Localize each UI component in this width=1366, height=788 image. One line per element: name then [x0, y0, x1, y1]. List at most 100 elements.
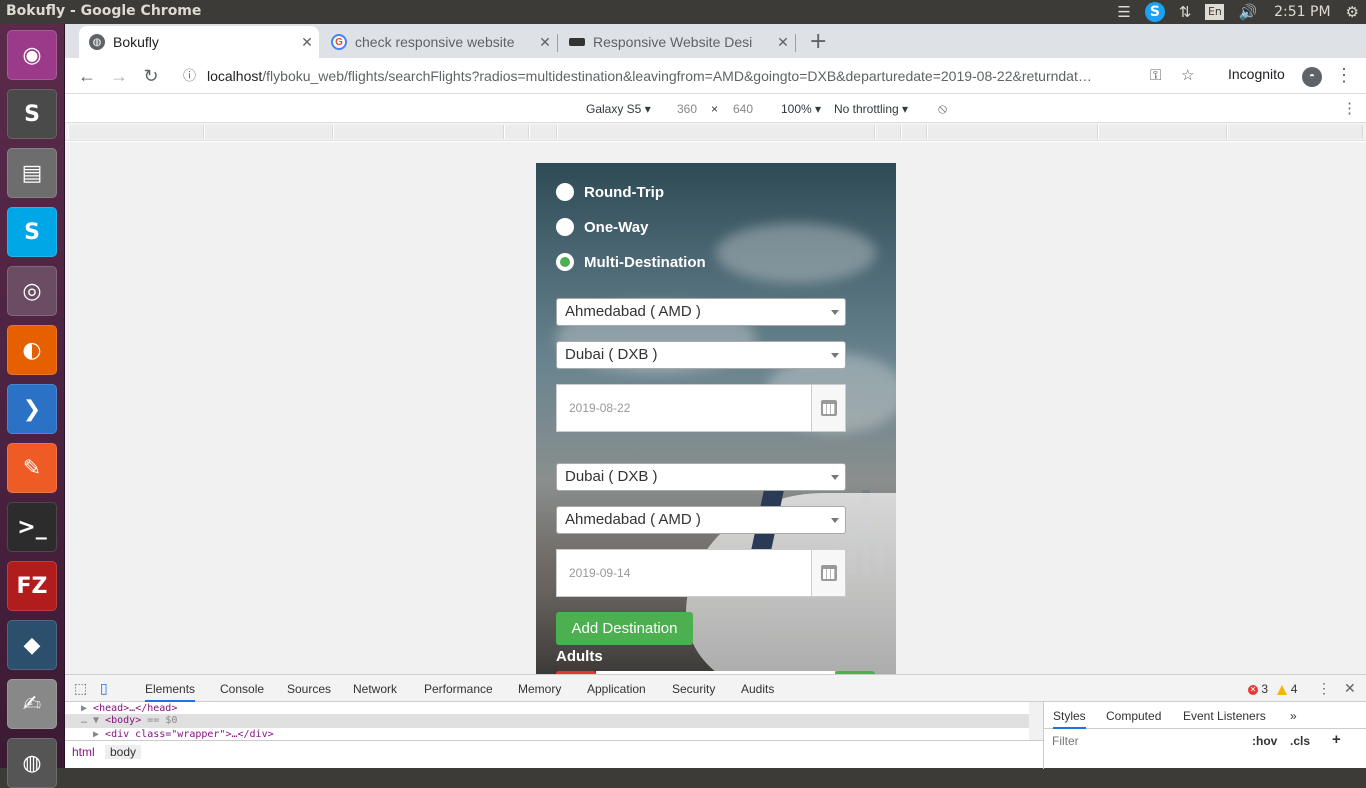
address-bar[interactable]: localhost/flyboku_web/flights/searchFlig… [207, 62, 1197, 90]
volume-icon[interactable]: 🔊 [1238, 3, 1257, 21]
gear-icon[interactable]: ⚙ [1346, 3, 1359, 21]
close-icon[interactable]: ✕ [533, 34, 557, 51]
key-icon[interactable]: ⚿ [1150, 64, 1161, 88]
tab-application[interactable]: Application [587, 682, 646, 696]
departure-date-field-2[interactable]: 2019-09-14 [556, 549, 846, 597]
breadcrumb-html[interactable]: html [67, 745, 100, 759]
new-tab-icon[interactable]: + [809, 29, 827, 54]
star-icon[interactable]: ☆ [1181, 64, 1194, 88]
info-icon[interactable]: ⓘ [183, 64, 196, 88]
tab-bokufly[interactable]: ◍ Bokufly ✕ [79, 26, 319, 58]
tab-sources[interactable]: Sources [287, 682, 331, 696]
terminal-icon[interactable]: >_ [7, 502, 57, 552]
media-query-segment[interactable] [333, 125, 504, 139]
rotate-icon[interactable]: ⦸ [938, 100, 947, 117]
skype-icon[interactable]: S [7, 207, 57, 257]
radio-round-trip[interactable]: Round-Trip [556, 181, 664, 203]
add-destination-button[interactable]: Add Destination [556, 612, 693, 645]
device-toolbar-icon[interactable]: ▯ [100, 680, 108, 697]
media-query-bar[interactable] [65, 123, 1366, 141]
tab-check-responsive[interactable]: G check responsive website ✕ [321, 26, 557, 58]
incognito-icon[interactable]: ◓ [1302, 67, 1322, 87]
close-icon[interactable]: ✕ [295, 34, 319, 51]
tab-computed[interactable]: Computed [1106, 709, 1161, 723]
media-query-segment[interactable] [1098, 125, 1227, 139]
radio-button[interactable] [556, 253, 574, 271]
disk-icon[interactable]: ◍ [7, 738, 57, 788]
tab-memory[interactable]: Memory [518, 682, 561, 696]
text-editor-icon[interactable]: ✍ [7, 679, 57, 729]
add-style-rule-icon[interactable]: + [1332, 731, 1341, 748]
keyboard-layout-indicator[interactable]: En [1205, 4, 1225, 20]
inspect-element-icon[interactable]: ⬚ [74, 680, 87, 697]
incognito-label[interactable]: Incognito [1228, 66, 1285, 82]
media-query-segment[interactable] [557, 125, 875, 139]
tab-responsive-design[interactable]: Responsive Website Desi ✕ [559, 26, 795, 58]
vscode-icon[interactable]: ❯ [7, 384, 57, 434]
tab-security[interactable]: Security [672, 682, 715, 696]
media-query-segment[interactable] [504, 125, 529, 139]
tab-console[interactable]: Console [220, 682, 264, 696]
viewport-width[interactable]: 360 [677, 102, 697, 116]
media-query-segment[interactable] [927, 125, 1098, 139]
tab-elements[interactable]: Elements [145, 682, 196, 702]
media-query-segment[interactable] [529, 125, 557, 139]
media-query-segment[interactable] [901, 125, 927, 139]
media-query-segment[interactable] [1227, 125, 1363, 139]
going-to-select[interactable]: Dubai ( DXB ) [556, 341, 846, 369]
dom-scrollbar[interactable] [1029, 702, 1043, 740]
radio-multi-destination[interactable]: Multi-Destination [556, 251, 706, 273]
radio-button[interactable] [556, 218, 574, 236]
breadcrumb-body[interactable]: body [105, 745, 142, 759]
sublime-text-icon[interactable]: S [7, 89, 57, 139]
mysql-workbench-icon[interactable]: ◆ [7, 620, 57, 670]
radio-one-way[interactable]: One-Way [556, 216, 648, 238]
more-vert-icon[interactable]: ⋮ [1342, 99, 1357, 117]
tab-audits[interactable]: Audits [741, 682, 774, 696]
more-tabs-icon[interactable]: » [1290, 709, 1297, 723]
zoom-select[interactable]: 100% ▾ [781, 102, 821, 116]
radio-button[interactable] [556, 183, 574, 201]
leaving-from-select[interactable]: Ahmedabad ( AMD ) [556, 298, 846, 326]
calendar-button[interactable] [811, 550, 845, 596]
filezilla-icon[interactable]: FZ [7, 561, 57, 611]
going-to-select-2[interactable]: Ahmedabad ( AMD ) [556, 506, 846, 534]
tab-styles[interactable]: Styles [1053, 709, 1086, 729]
ubuntu-dash-icon[interactable]: ◉ [7, 30, 57, 80]
hover-state-toggle[interactable]: :hov [1252, 734, 1277, 748]
network-icon[interactable]: ⇅ [1179, 3, 1192, 21]
files-icon[interactable]: ▤ [7, 148, 57, 198]
close-icon[interactable]: ✕ [771, 34, 795, 51]
back-arrow-icon[interactable]: ← [75, 64, 99, 88]
media-query-segment[interactable] [68, 125, 204, 139]
media-query-segment[interactable] [875, 125, 901, 139]
calendar-button[interactable] [811, 385, 845, 431]
clock[interactable]: 2:51 PM [1274, 4, 1330, 20]
styles-filter-input[interactable] [1046, 731, 1244, 751]
tab-event-listeners[interactable]: Event Listeners [1183, 709, 1266, 723]
dom-node-text: <body> [105, 715, 142, 726]
class-toggle[interactable]: .cls [1290, 734, 1310, 748]
firefox-icon[interactable]: ◐ [7, 325, 57, 375]
device-select[interactable]: Galaxy S5 ▾ [586, 102, 651, 116]
close-icon[interactable]: ✕ [1344, 680, 1356, 697]
error-warning-counter[interactable]: ✕ 3 4 [1248, 682, 1297, 696]
media-query-segment[interactable] [204, 125, 333, 139]
tab-network[interactable]: Network [353, 682, 397, 696]
more-vert-icon[interactable]: ⋮ [1317, 680, 1331, 697]
chrome-icon[interactable]: ◎ [7, 266, 57, 316]
leaving-from-select-2[interactable]: Dubai ( DXB ) [556, 463, 846, 491]
throttling-select[interactable]: No throttling ▾ [834, 102, 908, 116]
postman-icon[interactable]: ✎ [7, 443, 57, 493]
dom-node-body[interactable]: … ▼ <body> == $0 [65, 714, 1029, 728]
departure-date-field[interactable]: 2019-08-22 [556, 384, 846, 432]
dom-node-wrapper[interactable]: ▶ <div class="wrapper">…</div> [93, 728, 274, 740]
more-vert-icon[interactable]: ⋮ [1335, 65, 1353, 86]
viewport-height[interactable]: 640 [733, 102, 753, 116]
tab-performance[interactable]: Performance [424, 682, 493, 696]
menu-list-icon[interactable]: ☰ [1117, 3, 1130, 21]
reload-icon[interactable]: ↻ [139, 64, 163, 88]
skype-tray-icon[interactable]: S [1144, 2, 1165, 22]
forward-arrow-icon[interactable]: → [107, 64, 131, 88]
url-path: /flyboku_web/flights/searchFlights?radio… [262, 68, 1092, 84]
